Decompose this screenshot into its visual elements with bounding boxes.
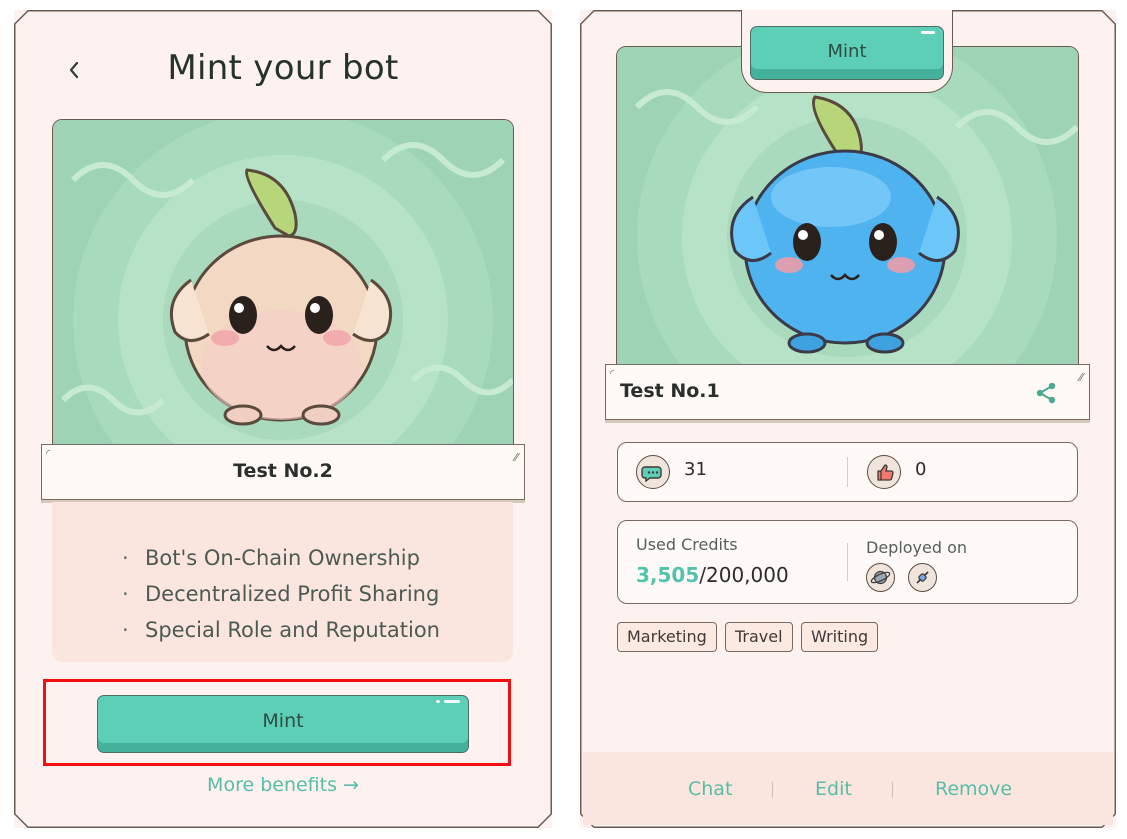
tag-writing[interactable]: Writing <box>801 622 879 652</box>
deployed-on-label: Deployed on <box>866 538 968 557</box>
bot-name-banner: ◜ ⁄⁄ Test No.1 <box>605 364 1090 420</box>
credits-value: 3,505/200,000 <box>636 563 789 587</box>
bullet-icon: · <box>122 618 129 642</box>
benefit-item: · Bot's On-Chain Ownership <box>122 546 420 570</box>
credits-total: /200,000 <box>699 563 789 587</box>
shine-decoration <box>921 31 935 34</box>
plug-icon[interactable] <box>908 563 937 592</box>
divider <box>772 782 773 798</box>
benefits-list: · Bot's On-Chain Ownership · Decentralized… <box>52 502 513 662</box>
credits-used: 3,505 <box>636 563 700 587</box>
divider <box>847 543 848 581</box>
chat-action[interactable]: Chat <box>688 778 732 800</box>
shine-decoration <box>444 700 460 703</box>
benefit-item: · Decentralized Profit Sharing <box>122 582 439 606</box>
mint-button[interactable]: Mint <box>750 26 944 80</box>
divider <box>892 782 893 798</box>
bot-name: Test No.1 <box>620 380 720 402</box>
bot-avatar-image <box>52 119 514 466</box>
bot-card-panel: Mint ◜ ⁄⁄ Test No.1 31 0 Used Credits 3,… <box>580 10 1116 828</box>
divider <box>847 457 848 487</box>
bot-name: Test No.2 <box>233 460 333 482</box>
used-credits-label: Used Credits <box>636 535 738 554</box>
mint-button-label: Mint <box>827 41 867 62</box>
mint-button[interactable]: Mint <box>97 695 469 753</box>
bot-name-banner: ◜ ⁄⁄ Test No.2 <box>41 444 525 500</box>
bullet-icon: · <box>122 582 129 606</box>
chat-bubbles-icon <box>636 455 670 489</box>
bot-avatar-image <box>616 46 1079 378</box>
remove-action[interactable]: Remove <box>935 778 1012 800</box>
planet-icon[interactable] <box>866 563 895 592</box>
shine-decoration <box>436 700 440 703</box>
mint-button-label: Mint <box>262 710 304 732</box>
more-benefits-link[interactable]: More benefits → <box>14 774 552 796</box>
tag-marketing[interactable]: Marketing <box>617 622 717 652</box>
engagement-stats: 31 0 <box>617 442 1078 502</box>
bullet-icon: · <box>122 546 129 570</box>
benefit-text: Bot's On-Chain Ownership <box>145 546 420 570</box>
like-count: 0 <box>915 459 927 480</box>
benefit-text: Special Role and Reputation <box>145 618 440 642</box>
benefit-item: · Special Role and Reputation <box>122 618 440 642</box>
page-title: Mint your bot <box>167 48 399 88</box>
credits-card: Used Credits 3,505/200,000 Deployed on <box>617 520 1078 604</box>
action-bar: Chat Edit Remove <box>583 752 1113 825</box>
benefit-text: Decentralized Profit Sharing <box>145 582 440 606</box>
edit-action[interactable]: Edit <box>815 778 852 800</box>
share-icon[interactable] <box>1034 381 1058 405</box>
thumbs-up-icon <box>867 455 901 489</box>
chat-count: 31 <box>684 459 707 480</box>
mint-dialog-panel: Mint your bot ◜ ⁄⁄ Test No.2 · Bot's On-… <box>14 10 552 828</box>
tag-travel[interactable]: Travel <box>725 622 793 652</box>
